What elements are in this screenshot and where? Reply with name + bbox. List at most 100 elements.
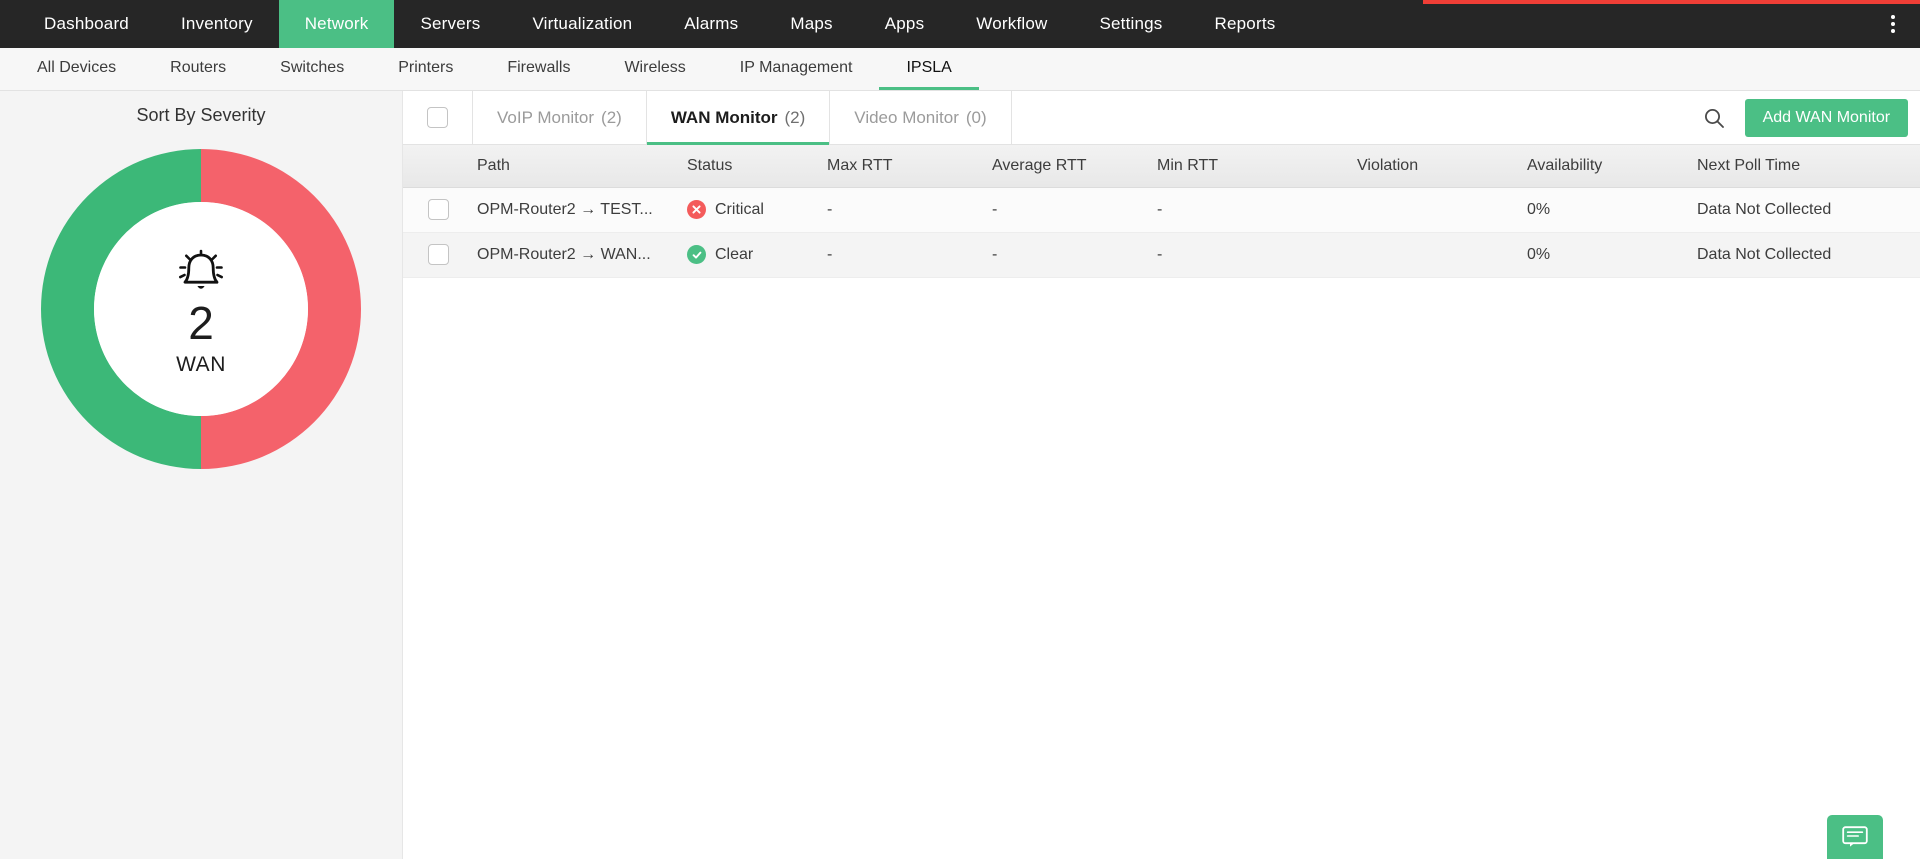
kebab-menu-icon[interactable] (1876, 0, 1910, 48)
subnav-label: Printers (398, 58, 454, 76)
add-wan-monitor-button[interactable]: Add WAN Monitor (1744, 98, 1909, 137)
cell-violation (1353, 187, 1523, 233)
cell-next-poll-time: Data Not Collected (1693, 187, 1920, 233)
subnav-label: IP Management (739, 58, 853, 76)
nav-item-dashboard[interactable]: Dashboard (18, 0, 155, 48)
nav-item-workflow[interactable]: Workflow (950, 0, 1073, 48)
subnav-item-printers[interactable]: Printers (371, 48, 480, 90)
row-checkbox[interactable] (427, 199, 449, 220)
column-header-min-rtt[interactable]: Min RTT (1153, 145, 1353, 188)
tab-video-monitor[interactable]: Video Monitor (0) (830, 91, 1012, 144)
wan-monitor-table: Path Status Max RTT Average RTT Min RTT … (403, 145, 1920, 278)
cell-min-rtt: - (1153, 187, 1353, 233)
tab-count: (2) (601, 107, 622, 127)
column-header-max-rtt[interactable]: Max RTT (823, 145, 988, 188)
nav-item-reports[interactable]: Reports (1189, 0, 1302, 48)
nav-item-apps[interactable]: Apps (859, 0, 951, 48)
tab-strip-filler (1011, 91, 1683, 144)
nav-label: Servers (420, 14, 481, 33)
error-circle-icon (687, 200, 706, 219)
tab-voip-monitor[interactable]: VoIP Monitor (2) (473, 91, 647, 144)
progress-bar-fill (1423, 0, 1920, 4)
nav-label: Reports (1214, 14, 1276, 33)
cell-status: Clear (683, 232, 823, 278)
column-header-availability[interactable]: Availability (1523, 145, 1693, 188)
nav-item-alarms[interactable]: Alarms (658, 0, 764, 48)
cell-min-rtt: - (1153, 232, 1353, 278)
nav-label: Inventory (180, 14, 253, 33)
row-select-cell (403, 232, 473, 278)
cell-availability: 0% (1523, 232, 1693, 278)
severity-donut-chart: 2 WAN (31, 139, 371, 479)
nav-item-settings[interactable]: Settings (1073, 0, 1188, 48)
nav-label: Apps (884, 14, 925, 33)
subnav-label: Firewalls (507, 58, 571, 76)
cell-average-rtt: - (988, 187, 1153, 233)
subnav-item-ipsla[interactable]: IPSLA (879, 48, 979, 90)
header-select (403, 145, 473, 188)
nav-item-inventory[interactable]: Inventory (155, 0, 279, 48)
nav-label: Virtualization (532, 14, 633, 33)
table-row[interactable]: OPM-Router2 → WAN... Clear - - - 0% Data… (403, 232, 1920, 278)
page-load-progress (0, 0, 1920, 4)
nav-label: Workflow (976, 14, 1048, 33)
tab-wan-monitor[interactable]: WAN Monitor (2) (646, 91, 831, 145)
column-header-violation[interactable]: Violation (1353, 145, 1523, 188)
tab-count: (2) (784, 107, 806, 127)
table-header-row: Path Status Max RTT Average RTT Min RTT … (403, 145, 1920, 188)
subnav-item-wireless[interactable]: Wireless (597, 48, 712, 90)
column-header-average-rtt[interactable]: Average RTT (988, 145, 1153, 188)
sort-by-severity-title: Sort By Severity (136, 105, 266, 125)
nav-item-virtualization[interactable]: Virtualization (506, 0, 658, 48)
nav-item-servers[interactable]: Servers (394, 0, 506, 48)
column-header-status[interactable]: Status (683, 145, 823, 188)
subnav-label: IPSLA (906, 58, 952, 76)
subnav-label: All Devices (37, 58, 117, 76)
chat-support-icon[interactable] (1827, 815, 1884, 859)
nav-label: Dashboard (44, 14, 129, 33)
cell-path: OPM-Router2 → WAN... (473, 232, 683, 278)
monitor-panel: VoIP Monitor (2) WAN Monitor (2) Video M… (403, 91, 1920, 859)
cell-max-rtt: - (823, 232, 988, 278)
row-select-cell (403, 187, 473, 233)
select-all-checkbox[interactable] (427, 107, 448, 128)
sub-navigation: All Devices Routers Switches Printers Fi… (0, 48, 1920, 91)
monitor-tab-strip: VoIP Monitor (2) WAN Monitor (2) Video M… (403, 91, 1920, 145)
table-row[interactable]: OPM-Router2 → TEST... Critical - - - 0% … (403, 187, 1920, 233)
page-content: Sort By Severity 2 WAN VoIP Monitor (2) … (0, 91, 1920, 859)
nav-label: Network (304, 14, 369, 33)
select-all-cell (403, 91, 473, 144)
subnav-item-routers[interactable]: Routers (143, 48, 253, 90)
nav-label: Alarms (684, 14, 739, 33)
main-navigation: Dashboard Inventory Network Servers Virt… (0, 0, 1920, 48)
subnav-item-switches[interactable]: Switches (253, 48, 371, 90)
tab-label: VoIP Monitor (497, 107, 595, 127)
cell-violation (1353, 232, 1523, 278)
row-checkbox[interactable] (427, 244, 449, 265)
check-circle-icon (687, 245, 706, 264)
cell-status: Critical (683, 187, 823, 233)
nav-item-network[interactable]: Network (278, 0, 395, 48)
cell-availability: 0% (1523, 187, 1693, 233)
column-header-next-poll-time[interactable]: Next Poll Time (1693, 145, 1920, 188)
nav-label: Maps (790, 14, 833, 33)
tab-label: WAN Monitor (670, 107, 778, 127)
tab-count: (0) (965, 107, 987, 127)
subnav-label: Routers (170, 58, 227, 76)
status-text: Critical (715, 200, 764, 218)
severity-sidebar: Sort By Severity 2 WAN (0, 91, 403, 859)
subnav-item-ip-management[interactable]: IP Management (713, 48, 880, 90)
subnav-item-all-devices[interactable]: All Devices (10, 48, 143, 90)
nav-item-maps[interactable]: Maps (764, 0, 858, 48)
column-header-path[interactable]: Path (473, 145, 683, 188)
wan-monitor-table-container: Path Status Max RTT Average RTT Min RTT … (403, 145, 1920, 859)
subnav-label: Switches (280, 58, 345, 76)
nav-label: Settings (1099, 14, 1163, 33)
cell-path: OPM-Router2 → TEST... (473, 187, 683, 233)
search-icon[interactable] (1683, 91, 1745, 144)
subnav-item-firewalls[interactable]: Firewalls (480, 48, 597, 90)
cell-average-rtt: - (988, 232, 1153, 278)
tab-label: Video Monitor (854, 107, 959, 127)
cell-next-poll-time: Data Not Collected (1693, 232, 1920, 278)
cell-max-rtt: - (823, 187, 988, 233)
